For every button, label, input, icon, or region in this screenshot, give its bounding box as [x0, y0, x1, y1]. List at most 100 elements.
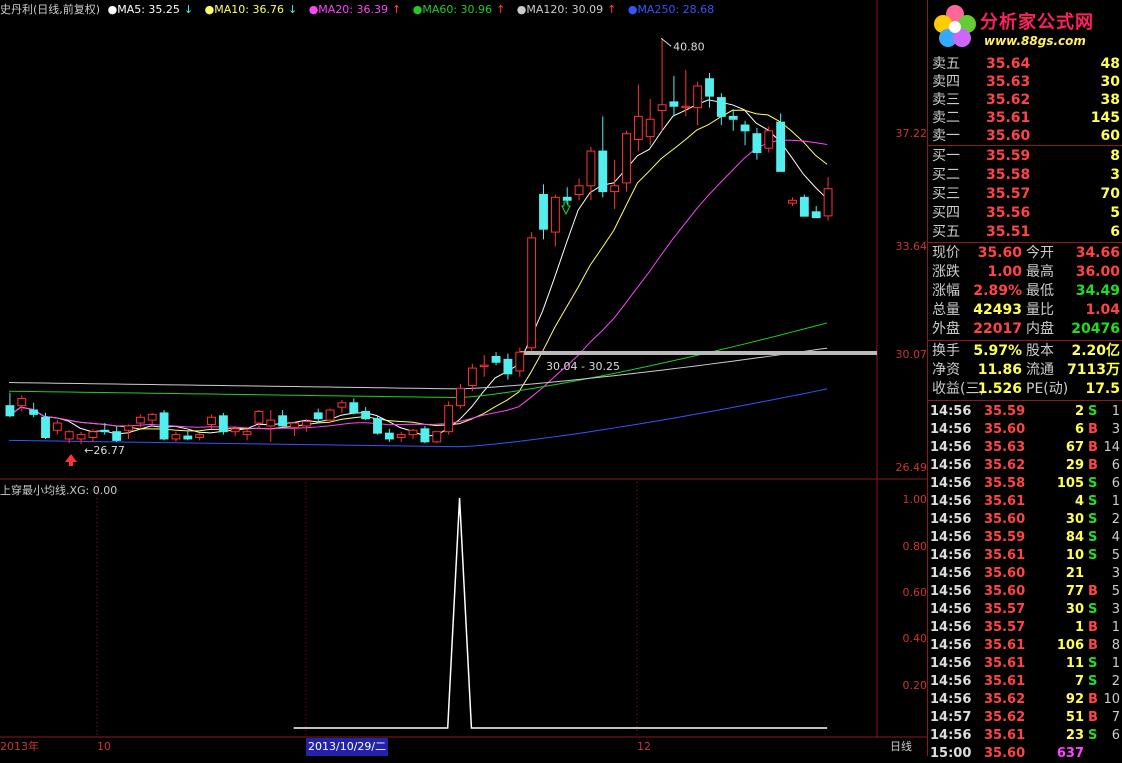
tick-count: 8 — [1111, 638, 1120, 653]
tick-side: B — [1088, 710, 1098, 725]
ask-row[interactable]: 卖四 35.63 30 — [928, 73, 1122, 91]
tick-row[interactable]: 14:56 35.58 105 S 6 — [928, 475, 1122, 493]
bid-row[interactable]: 买四 35.56 5 — [928, 204, 1122, 222]
tick-row[interactable]: 14:56 35.61 106 B 8 — [928, 637, 1122, 655]
bid-volume: 6 — [1110, 224, 1120, 240]
ask-price: 35.61 — [986, 110, 1031, 126]
tick-row[interactable]: 15:00 35.60 637 — [928, 745, 1122, 763]
ask-row[interactable]: 卖五 35.64 48 — [928, 55, 1122, 73]
tick-row[interactable]: 14:56 35.61 23 S 6 — [928, 727, 1122, 745]
ma-legend: 史丹利(日线,前复权) ●MA5: 35.25 ↓ ●MA10: 36.76 ↓ ●… — [0, 2, 722, 18]
tick-row[interactable]: 14:56 35.59 84 S 4 — [928, 529, 1122, 547]
tick-count: 6 — [1111, 476, 1120, 491]
divider — [928, 400, 1122, 401]
quote-row: 涨跌 1.00 最高 36.00 — [928, 263, 1122, 282]
high-annotation: 40.80 — [673, 40, 705, 53]
quote-key: 最高 — [1026, 264, 1054, 280]
tick-count: 14 — [1103, 440, 1120, 455]
ask-volume: 38 — [1100, 92, 1120, 108]
stock-title: 史丹利(日线,前复权) — [0, 3, 101, 16]
candle-body — [705, 78, 714, 97]
tick-time: 14:56 — [930, 422, 972, 437]
candle-body — [5, 405, 15, 417]
tick-time: 14:56 — [930, 566, 972, 581]
candle-body — [408, 429, 418, 436]
quote-key: 外盘 — [932, 321, 960, 337]
kline-chart-svg[interactable]: 30.04 - 30.25 40.80 ←26.77 — [0, 0, 927, 756]
tick-volume: 92 — [1065, 692, 1084, 707]
tick-count: 7 — [1111, 710, 1120, 725]
bid-row[interactable]: 买一 35.59 8 — [928, 147, 1122, 165]
candle-body — [301, 421, 311, 427]
quote-key: PE(动) — [1026, 381, 1069, 397]
candle-body — [693, 85, 703, 109]
tick-row[interactable]: 14:56 35.61 10 S 5 — [928, 547, 1122, 565]
bid-row[interactable]: 买二 35.58 3 — [928, 166, 1122, 184]
candle-body — [681, 105, 691, 109]
kline-chart-area[interactable]: 30.04 - 30.25 40.80 ←26.77 史丹利(日线,前复权) ●MA… — [0, 0, 927, 756]
tick-count: 2 — [1111, 674, 1120, 689]
candle-body — [313, 412, 323, 420]
ma20-line — [8, 139, 828, 430]
candle-body — [420, 428, 430, 443]
quote-row: 外盘 22017 内盘 20476 — [928, 320, 1122, 339]
candle-body — [669, 101, 679, 107]
candle-body — [622, 133, 631, 184]
tick-row[interactable]: 14:56 35.61 4 S 1 — [928, 493, 1122, 511]
candle-body — [183, 435, 193, 440]
quote-value: 35.60 — [977, 245, 1022, 261]
tick-row[interactable]: 14:56 35.61 11 S 1 — [928, 655, 1122, 673]
candle-body — [373, 418, 382, 434]
bid-price: 35.57 — [986, 186, 1031, 202]
tick-row[interactable]: 14:56 35.63 67 B 14 — [928, 439, 1122, 457]
divider — [928, 145, 1122, 146]
tick-row[interactable]: 14:56 35.60 6 B 3 — [928, 421, 1122, 439]
tick-time: 14:56 — [930, 584, 972, 599]
tick-row[interactable]: 14:56 35.60 30 S 2 — [928, 511, 1122, 529]
ask-row[interactable]: 卖三 35.62 38 — [928, 91, 1122, 109]
quote-panel: 分析家公式网 www.88gs.com 卖五 35.64 48 卖四 35.63 30 卖三… — [928, 0, 1122, 761]
candle-body — [290, 422, 299, 428]
price-axis-label: 30.07 — [895, 348, 928, 361]
price-axis-label: 26.49 — [895, 461, 928, 474]
tick-row[interactable]: 14:56 35.57 1 B 1 — [928, 619, 1122, 637]
tick-row[interactable]: 14:56 35.60 21 3 — [928, 565, 1122, 583]
candle-body — [41, 416, 50, 438]
tick-price: 35.59 — [984, 530, 1026, 545]
candle-body — [776, 121, 786, 172]
tick-row[interactable]: 14:57 35.62 51 B 7 — [928, 709, 1122, 727]
tick-volume: 11 — [1065, 656, 1084, 671]
tick-row[interactable]: 14:56 35.60 77 B 5 — [928, 583, 1122, 601]
ask-row[interactable]: 卖二 35.61 145 — [928, 109, 1122, 127]
period-label[interactable]: 日线 — [890, 738, 912, 756]
bid-row[interactable]: 买五 35.51 6 — [928, 223, 1122, 241]
tick-row[interactable]: 14:56 35.62 29 B 6 — [928, 457, 1122, 475]
tick-time: 14:56 — [930, 728, 972, 743]
quote-value: 34.66 — [1075, 245, 1120, 261]
tick-price: 35.62 — [984, 458, 1026, 473]
quote-key: 净资 — [932, 362, 960, 378]
bid-price: 35.51 — [986, 224, 1031, 240]
tick-time: 14:56 — [930, 620, 972, 635]
tick-row[interactable]: 14:56 35.57 30 S 3 — [928, 601, 1122, 619]
tick-row[interactable]: 14:56 35.61 7 S 2 — [928, 673, 1122, 691]
tick-price: 35.61 — [984, 674, 1026, 689]
tick-row[interactable]: 14:56 35.62 92 B 10 — [928, 691, 1122, 709]
indicator-axis-label: 0.20 — [902, 679, 928, 692]
candle-body — [586, 150, 596, 187]
indicator-axis-label: 0.80 — [902, 540, 928, 553]
tick-row[interactable]: 14:56 35.59 2 S 1 — [928, 403, 1122, 421]
ask-price: 35.62 — [986, 92, 1031, 108]
quote-key: 涨幅 — [932, 283, 960, 299]
ask-row[interactable]: 卖一 35.60 60 — [928, 127, 1122, 145]
tick-count: 5 — [1111, 584, 1120, 599]
tick-side: S — [1088, 548, 1098, 563]
ma60-line — [8, 322, 828, 399]
tick-side: B — [1088, 584, 1098, 599]
candle-body — [218, 415, 228, 433]
tick-time: 14:56 — [930, 674, 972, 689]
bid-row[interactable]: 买三 35.57 70 — [928, 185, 1122, 203]
candle-body — [764, 130, 774, 149]
quote-key: 股本 — [1026, 343, 1054, 359]
candle-body — [799, 196, 809, 217]
